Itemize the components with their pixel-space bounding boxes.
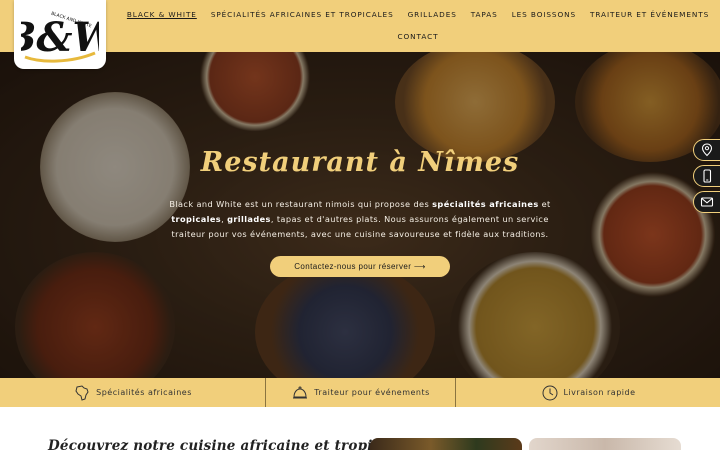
svg-text:B&W: B&W [21,14,99,61]
mail-icon [700,197,714,207]
phone-icon [703,169,712,183]
logo[interactable]: B&W BLACK AND WHITE [2,0,122,69]
cloche-icon [293,386,308,398]
feature-label: Spécialités africaines [96,388,192,397]
hero-description: Black and White est un restaurant nimois… [169,199,551,239]
features-band: Spécialités africaines Traiteur pour évé… [0,378,720,407]
nav-item-traiteur[interactable]: TRAITEUR ET ÉVÉNEMENTS [583,9,716,21]
feature-catering: Traiteur pour événements [265,378,455,407]
nav-item-contact[interactable]: CONTACT [391,31,446,43]
side-mail-button[interactable] [693,191,720,213]
nav-item-specialites[interactable]: SPÉCIALITÉS AFRICAINES ET TROPICALES [204,9,401,21]
food-photo [529,438,681,450]
side-location-button[interactable] [693,139,720,161]
nav-item-boissons[interactable]: LES BOISSONS [505,9,583,21]
clock-icon [542,385,557,400]
feature-label: Livraison rapide [563,388,636,397]
hero-section: Restaurant à Nîmes Black and White est u… [0,52,720,378]
reserve-button[interactable]: Contactez-nous pour réserver ⟶ [270,256,450,277]
nav-item-black-white[interactable]: BLACK & WHITE [120,9,204,21]
africa-map-icon [75,384,89,401]
nav-item-grillades[interactable]: GRILLADES [401,9,464,21]
logo-image: B&W BLACK AND WHITE [2,10,122,63]
side-phone-button[interactable] [693,165,720,187]
feature-label: Traiteur pour événements [314,388,430,397]
feature-african: Spécialités africaines [0,378,265,407]
food-photo [370,438,522,450]
feature-delivery: Livraison rapide [455,378,720,407]
main-nav: BLACK & WHITE SPÉCIALITÉS AFRICAINES ET … [118,0,718,52]
map-pin-icon [701,143,713,157]
site-header: B&W BLACK AND WHITE BLACK & WHITE SPÉCIA… [0,0,720,69]
section-title: Découvrez notre cuisine africaine et tro… [48,438,405,450]
logo-mark: B&W BLACK AND WHITE [2,5,122,65]
hero-title: Restaurant à Nîmes [200,147,520,178]
nav-item-tapas[interactable]: TAPAS [464,9,505,21]
